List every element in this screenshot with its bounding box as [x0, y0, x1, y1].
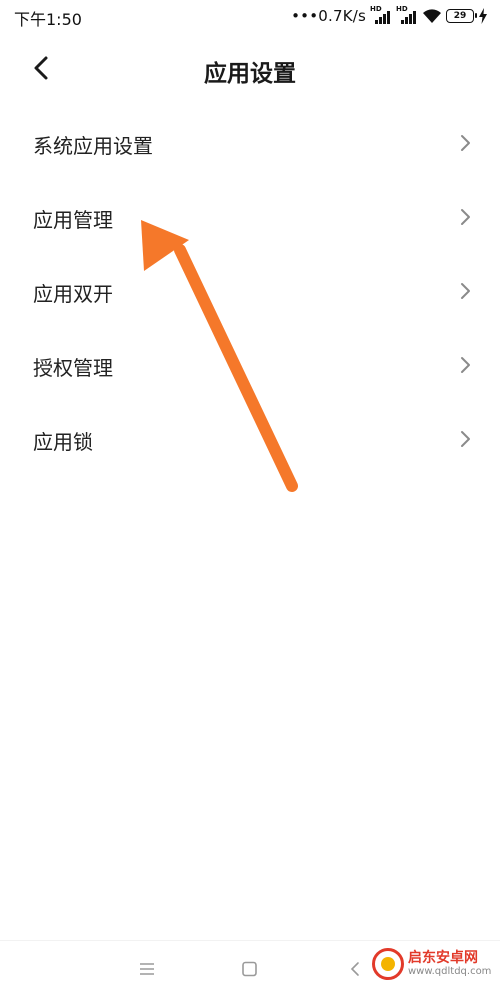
home-icon[interactable]: [241, 961, 259, 977]
header: 应用设置: [0, 34, 500, 104]
list-item-label: 应用管理: [33, 208, 113, 232]
chevron-right-icon: [461, 209, 470, 225]
list-item-app-lock[interactable]: 应用锁: [0, 402, 500, 476]
list-item-label: 系统应用设置: [33, 134, 153, 158]
list-item-dual-apps[interactable]: 应用双开: [0, 254, 500, 328]
chevron-right-icon: [461, 357, 470, 373]
status-bar: 下午1:50 •••0.7K/s HD HD 29: [0, 0, 500, 34]
list-item-app-management[interactable]: 应用管理: [0, 180, 500, 254]
page-title: 应用设置: [204, 61, 296, 87]
network-speed: •••0.7K/s: [291, 7, 366, 25]
chevron-right-icon: [461, 283, 470, 299]
list-item-system-app-settings[interactable]: 系统应用设置: [0, 106, 500, 180]
chevron-right-icon: [461, 431, 470, 447]
battery-level: 29: [453, 10, 467, 21]
signal-hd-icon: HD: [396, 5, 418, 25]
watermark-logo-icon: [372, 948, 404, 980]
watermark-name: 启东安卓网: [408, 950, 478, 967]
status-time: 下午1:50: [14, 10, 82, 29]
watermark-url: www.qdltdq.com: [408, 966, 492, 978]
list-item-label: 应用双开: [33, 282, 113, 306]
list-item-permissions[interactable]: 授权管理: [0, 328, 500, 402]
list-item-label: 授权管理: [33, 356, 113, 380]
battery-icon: 29: [446, 9, 477, 23]
status-icons: •••0.7K/s HD HD 29: [291, 5, 488, 26]
back-icon[interactable]: [348, 961, 362, 977]
menu-icon[interactable]: [138, 961, 156, 977]
signal-hd-icon: HD: [370, 5, 392, 25]
settings-list: 系统应用设置 应用管理 应用双开 授权管理 应用锁: [0, 106, 500, 476]
list-item-label: 应用锁: [33, 430, 93, 454]
chevron-right-icon: [461, 135, 470, 151]
charging-icon: [479, 8, 487, 24]
watermark: 启东安卓网 www.qdltdq.com: [372, 948, 491, 980]
wifi-icon: [423, 9, 441, 23]
